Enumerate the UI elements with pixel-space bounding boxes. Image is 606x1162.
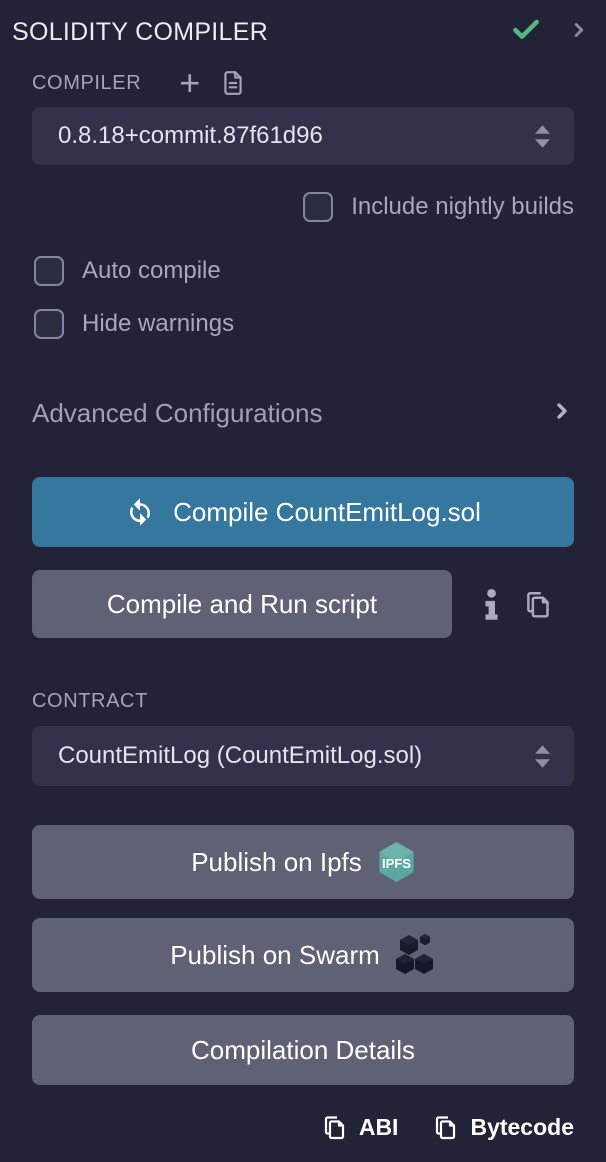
contract-select[interactable]: CountEmitLog (CountEmitLog.sol) <box>32 726 574 786</box>
svg-text:IPFS: IPFS <box>382 856 411 871</box>
include-nightly-checkbox[interactable] <box>303 192 333 222</box>
auto-compile-row: Auto compile <box>34 255 574 287</box>
contract-section-header: CONTRACT <box>32 688 574 714</box>
advanced-expand-chevron-icon <box>550 399 574 428</box>
compilation-details-label: Compilation Details <box>191 1035 415 1066</box>
bytecode-label: Bytecode <box>470 1114 574 1141</box>
hide-warnings-row: Hide warnings <box>34 308 574 340</box>
compile-and-run-label: Compile and Run script <box>107 589 377 620</box>
copy-artifacts-row: ABI Bytecode <box>32 1111 574 1143</box>
hide-warnings-checkbox[interactable] <box>34 309 64 339</box>
include-nightly-label[interactable]: Include nightly builds <box>351 193 574 221</box>
compile-sync-icon <box>125 497 155 527</box>
compile-run-row: Compile and Run script <box>32 570 574 638</box>
copy-icon <box>323 1114 347 1141</box>
publish-ipfs-label: Publish on Ipfs <box>191 847 362 878</box>
add-custom-compiler-icon[interactable]: + <box>179 69 200 97</box>
select-updown-arrows-icon <box>535 125 550 148</box>
advanced-configurations-label: Advanced Configurations <box>32 398 323 429</box>
publish-ipfs-button[interactable]: Publish on Ipfs IPFS <box>32 825 574 899</box>
solidity-compiler-panel: SOLIDITY COMPILER COMPILER + <box>0 0 606 1162</box>
contract-selected-value: CountEmitLog (CountEmitLog.sol) <box>58 742 535 770</box>
header-icons <box>510 14 590 51</box>
compiler-section-label: COMPILER <box>32 72 141 95</box>
compiler-version-select[interactable]: 0.8.18+commit.87f61d96 <box>32 107 574 165</box>
copy-abi-button[interactable]: ABI <box>323 1114 399 1141</box>
copy-icon <box>434 1114 458 1141</box>
copy-icon[interactable] <box>525 589 552 620</box>
copy-bytecode-button[interactable]: Bytecode <box>434 1114 574 1141</box>
compile-button[interactable]: Compile CountEmitLog.sol <box>32 477 574 547</box>
auto-compile-label[interactable]: Auto compile <box>82 257 221 285</box>
compile-button-label: Compile CountEmitLog.sol <box>173 497 481 528</box>
compile-and-run-button[interactable]: Compile and Run script <box>32 570 452 638</box>
ipfs-logo-icon: IPFS <box>378 842 415 882</box>
panel-content: COMPILER + 0.8.18+commit.87f61d96 I <box>0 67 606 1143</box>
publish-swarm-button[interactable]: Publish on Swarm <box>32 918 574 992</box>
contract-section-label: CONTRACT <box>32 690 148 713</box>
advanced-configurations-toggle[interactable]: Advanced Configurations <box>32 395 574 431</box>
hide-warnings-label[interactable]: Hide warnings <box>82 310 234 338</box>
compile-success-check-icon <box>510 14 542 51</box>
compiler-section-header: COMPILER + <box>32 67 574 99</box>
open-compiler-file-icon[interactable] <box>220 68 246 98</box>
compiler-version-selected-value: 0.8.18+commit.87f61d96 <box>58 122 535 150</box>
include-nightly-row: Include nightly builds <box>32 191 574 223</box>
abi-label: ABI <box>359 1114 399 1141</box>
panel-title: SOLIDITY COMPILER <box>12 18 510 47</box>
panel-header: SOLIDITY COMPILER <box>0 0 606 51</box>
compilation-details-button[interactable]: Compilation Details <box>32 1015 574 1085</box>
swarm-logo-icon <box>394 933 436 977</box>
panel-collapse-chevron-icon[interactable] <box>568 19 590 46</box>
publish-swarm-label: Publish on Swarm <box>170 940 380 971</box>
info-icon[interactable] <box>484 589 499 620</box>
select-updown-arrows-icon <box>535 745 550 768</box>
auto-compile-checkbox[interactable] <box>34 256 64 286</box>
